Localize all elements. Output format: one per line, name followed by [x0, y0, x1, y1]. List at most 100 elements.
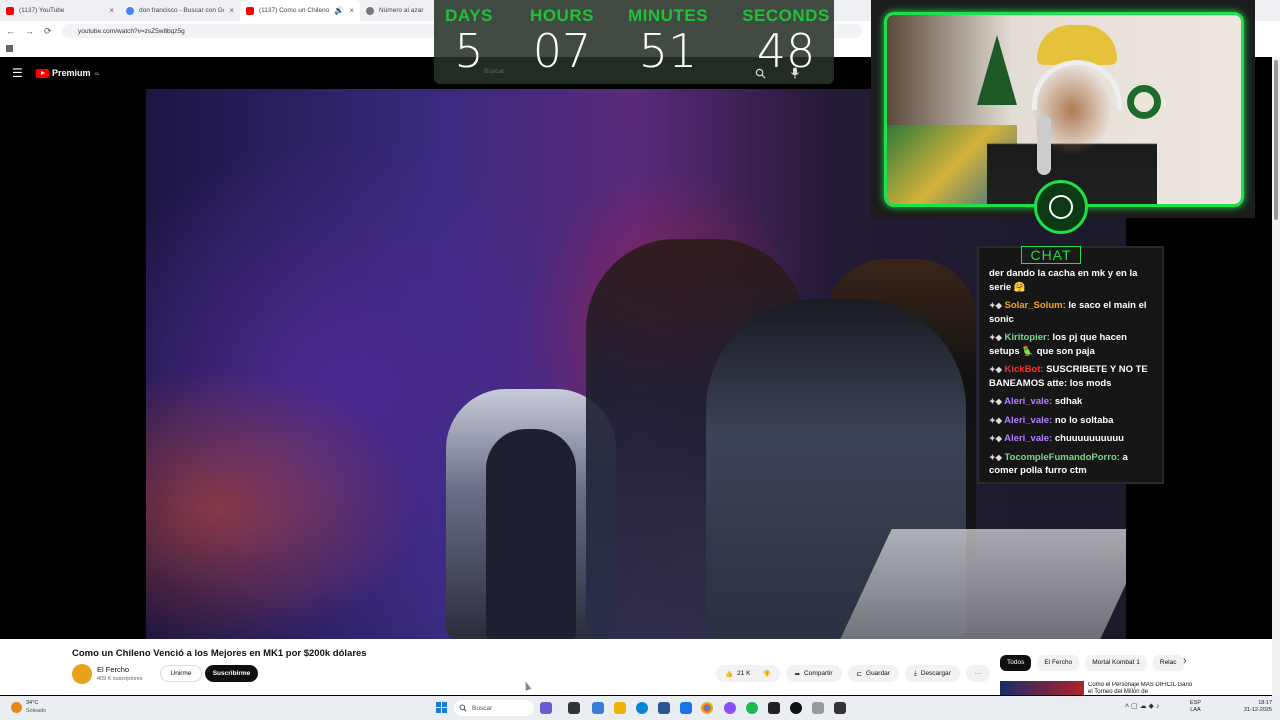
chrome-icon[interactable] [701, 702, 713, 714]
subscribe-button[interactable]: Suscribirme [205, 665, 258, 682]
chat-username: TocompleFumandoPorro: [1004, 451, 1120, 463]
chip-channel[interactable]: El Fercho [1037, 655, 1080, 671]
chip-all[interactable]: Todos [1000, 655, 1032, 671]
tab-close-icon[interactable]: × [109, 6, 114, 15]
chat-badges-icon: ✦◆ [989, 365, 1002, 374]
forward-arrow-icon[interactable]: → [25, 26, 34, 36]
streamer-hat [1037, 25, 1117, 65]
chat-badges-icon: ✦◆ [989, 415, 1002, 425]
store-icon[interactable] [658, 702, 670, 714]
scrollbar-thumb[interactable] [1274, 60, 1278, 220]
speaker-icon[interactable]: 🔊 [334, 6, 344, 15]
task-view-icon[interactable] [540, 702, 552, 714]
chat-message: ✦◆ Aleri_vale: chuuuuuuuuuu [989, 432, 1152, 446]
menu-hamburger-icon[interactable]: ☰ [12, 66, 23, 80]
stream-chat-overlay: CHAT der dando la cacha en mk y en la se… [977, 246, 1164, 484]
chat-text: chuuuuuuuuuu [1054, 433, 1124, 444]
youtube-play-icon [36, 68, 49, 78]
logo-ring [1049, 195, 1073, 219]
file-explorer-icon[interactable] [614, 702, 626, 714]
studio-microphone [1037, 115, 1051, 175]
youtube-favicon-icon [246, 6, 254, 15]
channel-name[interactable]: El Fercho [97, 665, 129, 674]
discord-icon[interactable] [724, 702, 736, 714]
edge-icon[interactable] [636, 702, 648, 714]
chat-message: der dando la cacha en mk y en la serie 🤗 [989, 267, 1152, 294]
thumbs-up-icon: 👍 [725, 670, 734, 678]
chip-related[interactable]: Relac [1152, 655, 1184, 671]
video-title: Como un Chileno Venció a los Mejores en … [72, 648, 367, 659]
countdown-days: DAYS 5 [444, 6, 494, 76]
countdown-hours: HOURS 07 [526, 6, 598, 76]
gaming-chair-back [486, 429, 576, 639]
google-favicon-icon [126, 6, 134, 15]
chat-text: no lo soltaba [1054, 414, 1114, 426]
reload-icon[interactable]: ⟳ [44, 26, 52, 37]
countdown-minutes: MINUTES 51 [624, 6, 712, 76]
player-left-letterbox [0, 88, 146, 639]
chat-badges-icon: ✦◆ [989, 301, 1002, 310]
weather-desc[interactable]: Soleado [26, 708, 46, 714]
recommended-title[interactable]: Como el Personaje MÁS DIFÍCIL Ganó el To… [1088, 682, 1198, 695]
download-button[interactable]: ⤓ Descargar [904, 665, 960, 682]
clock-date: 31-12-2025 [1243, 707, 1272, 713]
tab-label: don francisco - Buscar con Goo [139, 7, 225, 14]
chat-username: Kiritopier: [1004, 332, 1050, 343]
more-actions-button[interactable]: ··· [965, 665, 991, 682]
streamer-logo-icon [1034, 180, 1088, 234]
back-arrow-icon[interactable]: ← [6, 26, 15, 36]
windows-start-icon[interactable] [436, 702, 447, 713]
days-label: DAYS [445, 6, 493, 25]
weather-sun-icon[interactable] [11, 702, 22, 713]
save-button[interactable]: ⊏ Guardar [847, 665, 899, 682]
share-button[interactable]: ➦ Compartir [785, 665, 842, 682]
chip-topic[interactable]: Mortal Kombat 1 [1085, 655, 1147, 671]
tab-google-search[interactable]: don francisco - Buscar con Goo × [120, 0, 240, 21]
app-icon[interactable] [812, 702, 824, 714]
channel-avatar[interactable] [72, 664, 92, 684]
language-indicator[interactable]: ESP LAA [1190, 700, 1201, 714]
tab-video-active[interactable]: (1137) Como un Chileno Ve 🔊 × [240, 0, 360, 21]
obs-icon[interactable] [790, 702, 802, 714]
chat-message: ✦◆ TocompleFumandoPorro: a comer polla f… [989, 451, 1152, 478]
bookmark-icon: ⊏ [856, 670, 863, 678]
tab-youtube[interactable]: (1137) YouTube × [0, 0, 120, 21]
tab-close-icon[interactable]: × [349, 6, 354, 15]
like-count: 21 K [737, 670, 751, 677]
like-button[interactable]: 👍 21 K 👎 [716, 665, 780, 682]
subscriber-count: 409 K suscriptores [97, 676, 143, 682]
chat-username: Aleri_vale: [1004, 396, 1053, 407]
youtube-favicon-icon [6, 6, 14, 15]
webcam-frame [884, 12, 1244, 207]
app-icon[interactable] [768, 702, 780, 714]
taskbar-clock[interactable]: 18:17 31-12-2025 [1236, 700, 1272, 714]
wreath [1127, 85, 1161, 119]
lang-secondary: LAA [1190, 707, 1201, 713]
apps-grid-icon[interactable] [6, 45, 13, 52]
tab-close-icon[interactable]: × [229, 6, 234, 15]
chat-message: ✦◆ Aleri_vale: no lo soltaba [989, 414, 1152, 428]
app-icon[interactable] [592, 702, 604, 714]
chat-title: CHAT [1021, 246, 1081, 264]
youtube-search-input[interactable]: Buscar [484, 68, 504, 75]
join-button[interactable]: Unirme [160, 665, 202, 682]
app-icon[interactable] [834, 702, 846, 714]
microphone-icon[interactable] [790, 67, 800, 79]
chevron-right-icon[interactable]: › [1183, 655, 1187, 667]
chat-text: sdhak [1054, 396, 1083, 407]
chat-username: Solar_Solum: [1004, 300, 1066, 311]
logo-text: Premium [52, 68, 91, 78]
weather-temp[interactable]: 34°C [26, 700, 38, 706]
terminal-icon[interactable] [568, 702, 580, 714]
mail-icon[interactable] [680, 702, 692, 714]
save-label: Guardar [866, 670, 890, 677]
youtube-premium-logo[interactable]: Premium CL [36, 68, 100, 78]
system-tray-icons[interactable]: ˄ ▢ ☁ ◆ ♪ [1125, 702, 1159, 710]
chat-badges-icon: ✦◆ [989, 434, 1002, 443]
search-icon[interactable] [755, 68, 766, 79]
thumbs-down-icon[interactable]: 👎 [762, 670, 770, 678]
download-icon: ⤓ [913, 669, 917, 677]
recommended-thumbnail[interactable] [1000, 681, 1084, 695]
chat-username: Aleri_vale: [1004, 433, 1053, 444]
spotify-icon[interactable] [746, 702, 758, 714]
